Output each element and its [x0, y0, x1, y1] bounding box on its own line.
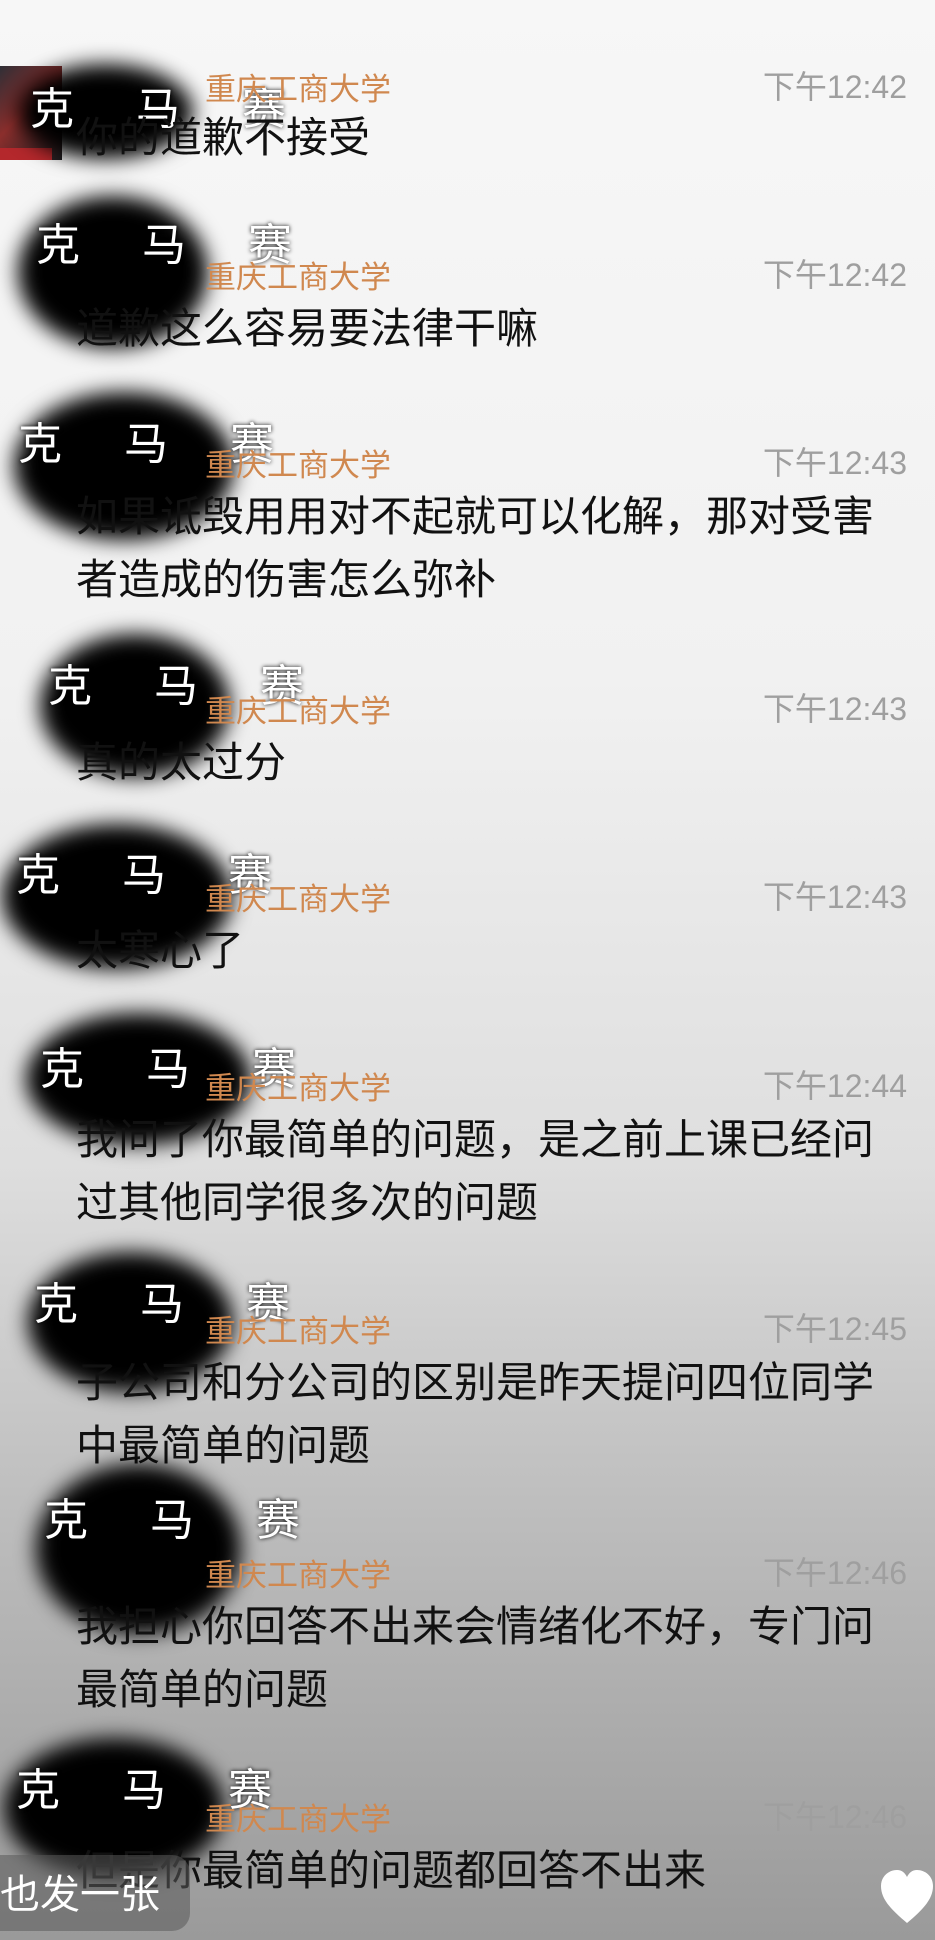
sender-name: 重庆工商大学	[205, 260, 391, 296]
bottom-overlay-text: 也发一张	[0, 1872, 160, 1918]
message-text[interactable]: 如果诋毁用用对不起就可以化解，那对受害者造成的伤害怎么弥补	[76, 485, 896, 611]
chat-screen: 克 马 赛 重庆工商大学 下午12:42 你的道歉不接受 克 马 赛 重庆工商大…	[0, 0, 935, 1940]
chat-message: 克 马 赛 重庆工商大学 下午12:43 太寒心了	[0, 824, 935, 984]
message-time: 下午12:46	[762, 1555, 907, 1591]
message-time: 下午12:42	[762, 69, 907, 105]
message-text[interactable]: 我担心你回答不出来会情绪化不好，专门问最简单的问题	[76, 1595, 896, 1721]
message-text[interactable]: 但是你最简单的问题都回答不出来	[76, 1839, 896, 1902]
message-time: 下午12:43	[762, 691, 907, 727]
message-time: 下午12:45	[762, 1311, 907, 1347]
sender-name: 重庆工商大学	[205, 694, 391, 730]
sender-name: 重庆工商大学	[205, 72, 391, 108]
message-time: 下午12:43	[762, 445, 907, 481]
sender-name: 重庆工商大学	[205, 1558, 391, 1594]
chat-message: 克 马 赛 重庆工商大学 下午12:43 如果诋毁用用对不起就可以化解，那对受害…	[0, 392, 935, 620]
chat-message: 克 马 赛 重庆工商大学 下午12:44 我问了你最简单的问题，是之前上课已经问…	[0, 1013, 935, 1243]
sender-name: 重庆工商大学	[205, 1314, 391, 1350]
message-text[interactable]: 我问了你最简单的问题，是之前上课已经问过其他同学很多次的问题	[76, 1108, 896, 1234]
chat-message: 克 马 赛 重庆工商大学 下午12:42 道歉这么容易要法律干嘛	[0, 196, 935, 372]
message-time: 下午12:46	[762, 1799, 907, 1835]
chat-message: 克 马 赛 重庆工商大学 下午12:45 子公司和分公司的区别是昨天提问四位同学…	[0, 1252, 935, 1486]
sender-name: 重庆工商大学	[205, 448, 391, 484]
message-time: 下午12:42	[762, 257, 907, 293]
message-text[interactable]: 子公司和分公司的区别是昨天提问四位同学中最简单的问题	[76, 1351, 896, 1477]
sender-name: 重庆工商大学	[205, 1802, 391, 1838]
message-time: 下午12:43	[762, 879, 907, 915]
message-text[interactable]: 道歉这么容易要法律干嘛	[76, 297, 896, 360]
message-text[interactable]: 真的太过分	[76, 731, 896, 794]
chat-message: 克 马 赛 重庆工商大学 下午12:43 真的太过分	[0, 634, 935, 796]
chat-message: 克 马 赛 重庆工商大学 下午12:46 我担心你回答不出来会情绪化不好，专门问…	[0, 1464, 935, 1730]
message-text[interactable]: 你的道歉不接受	[76, 106, 896, 169]
message-time: 下午12:44	[762, 1068, 907, 1104]
watermark-text: 克 马 赛	[44, 1495, 324, 1546]
chat-message: 克 马 赛 重庆工商大学 下午12:42 你的道歉不接受	[0, 64, 935, 174]
heart-icon[interactable]	[879, 1868, 935, 1928]
sender-name: 重庆工商大学	[205, 1071, 391, 1107]
message-text[interactable]: 太寒心了	[76, 919, 896, 982]
sender-name: 重庆工商大学	[205, 882, 391, 918]
